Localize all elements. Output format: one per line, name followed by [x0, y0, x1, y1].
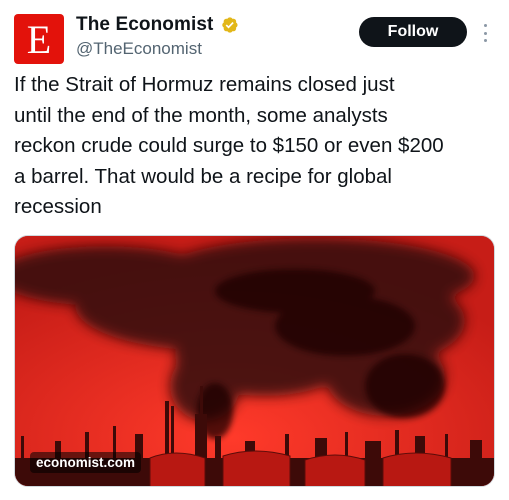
author-info: The Economist @TheEconomist [76, 13, 239, 59]
handle[interactable]: @TheEconomist [76, 39, 239, 59]
post-text: If the Strait of Hormuz remains closed j… [14, 73, 444, 218]
refinery-smoke-image [15, 236, 494, 486]
media-link-label[interactable]: economist.com [30, 452, 142, 473]
follow-button[interactable]: Follow [359, 17, 467, 47]
avatar[interactable]: E [14, 14, 64, 64]
more-vertical-icon[interactable] [479, 22, 491, 44]
avatar-letter: E [26, 17, 52, 62]
post: E The Economist @TheEconomist Follow If … [0, 0, 509, 500]
post-media-image[interactable]: economist.com [14, 235, 495, 487]
display-name[interactable]: The Economist [76, 14, 213, 36]
display-name-row: The Economist [76, 13, 239, 37]
verified-badge-icon [222, 17, 239, 33]
